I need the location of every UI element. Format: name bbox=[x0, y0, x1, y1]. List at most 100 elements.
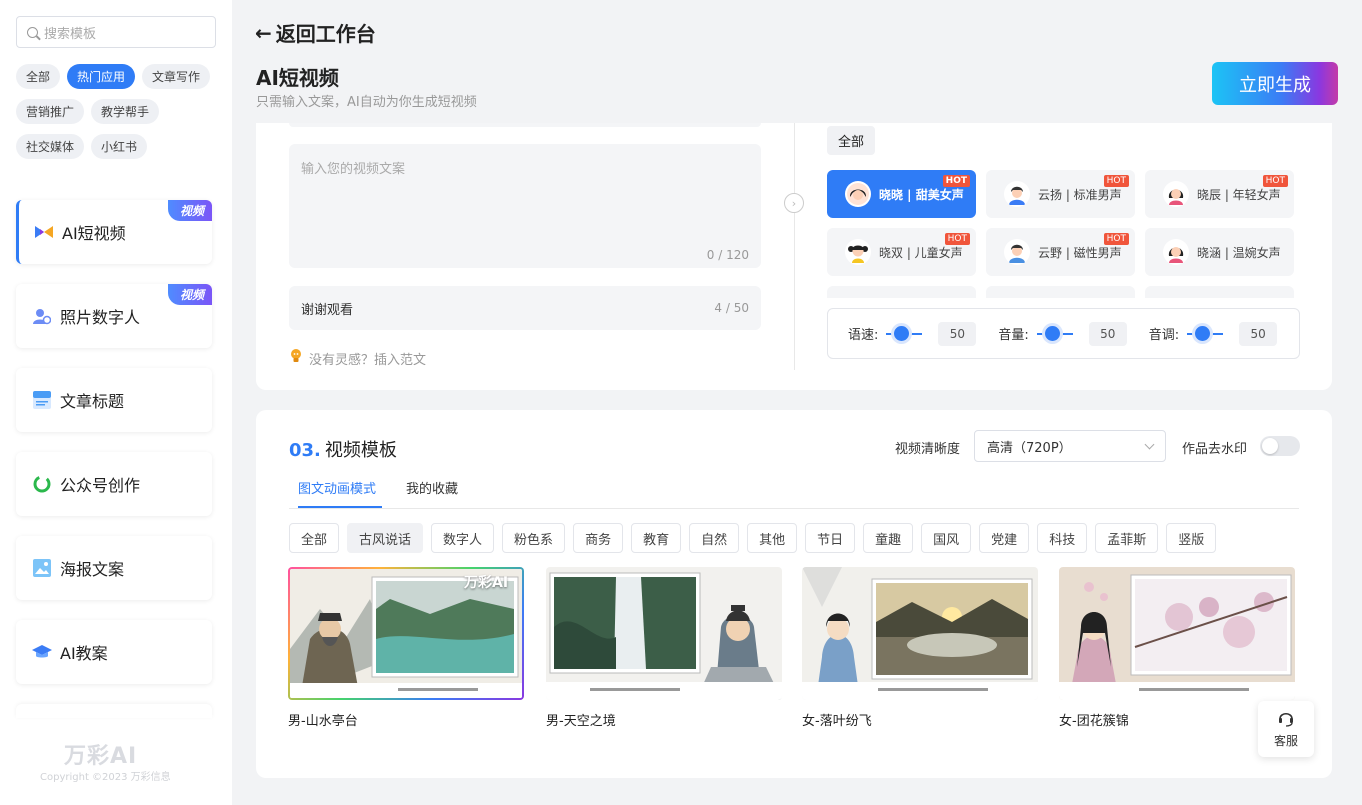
voice-option[interactable]: 晓辰 | 年轻女声 HOT bbox=[1145, 170, 1294, 218]
category-teaching[interactable]: 教学帮手 bbox=[91, 99, 160, 124]
female-avatar-icon bbox=[1163, 181, 1189, 207]
watermark-label: 作品去水印 bbox=[1182, 442, 1248, 457]
filter-chip[interactable]: 其他 bbox=[747, 523, 798, 553]
section-number: 03. bbox=[289, 440, 321, 461]
filter-chip[interactable]: 自然 bbox=[689, 523, 740, 553]
voice-settings: 语速: 50 音量: 50 音调: 50 bbox=[827, 308, 1300, 359]
lightbulb-icon bbox=[289, 348, 303, 368]
ending-input[interactable]: 谢谢观看 4 / 50 bbox=[289, 286, 761, 330]
video-icon bbox=[34, 222, 54, 242]
tab-my-favorites[interactable]: 我的收藏 bbox=[406, 478, 458, 497]
category-writing[interactable]: 文章写作 bbox=[142, 64, 211, 89]
filter-chip[interactable]: 竖版 bbox=[1166, 523, 1217, 553]
speed-slider[interactable] bbox=[886, 325, 923, 341]
voice-filter-all[interactable]: 全部 bbox=[827, 126, 876, 155]
voice-label: 云扬 | 标准男声 bbox=[1038, 187, 1122, 202]
filter-chip[interactable]: 国风 bbox=[921, 523, 972, 553]
pitch-slider[interactable] bbox=[1187, 325, 1224, 341]
script-char-count: 0 / 120 bbox=[706, 248, 749, 262]
slider-handle[interactable] bbox=[1044, 325, 1060, 341]
voice-option[interactable]: 晓晓 | 甜美女声 HOT bbox=[827, 170, 976, 218]
template-item[interactable]: 男-天空之境 bbox=[546, 567, 782, 729]
search-icon bbox=[27, 26, 38, 38]
slider-handle[interactable] bbox=[894, 325, 910, 341]
tool-label: 照片数字人 bbox=[60, 308, 141, 327]
title-icon bbox=[32, 390, 52, 410]
voice-label: 云野 | 磁性男声 bbox=[1038, 245, 1122, 260]
page-title: AI短视频 bbox=[256, 66, 339, 90]
filter-chip[interactable]: 教育 bbox=[631, 523, 682, 553]
filter-chip[interactable]: 孟菲斯 bbox=[1095, 523, 1159, 553]
voice-option-partial[interactable] bbox=[1145, 286, 1294, 298]
filter-chip[interactable]: 商务 bbox=[573, 523, 624, 553]
filter-chip[interactable]: 党建 bbox=[979, 523, 1030, 553]
tool-wechat-creation[interactable]: 公众号创作 bbox=[16, 452, 212, 516]
script-textarea[interactable]: 输入您的视频文案 0 / 120 bbox=[289, 144, 761, 268]
volume-label: 音量: bbox=[998, 328, 1029, 343]
tool-label: AI短视频 bbox=[62, 224, 126, 243]
template-watermark: 万彩AI bbox=[464, 575, 509, 591]
filter-chip[interactable]: 古风说话 bbox=[347, 523, 424, 553]
template-tabs: 图文动画模式 我的收藏 bbox=[289, 470, 1299, 509]
chevron-right-icon[interactable]: › bbox=[784, 193, 804, 213]
tab-animation-mode[interactable]: 图文动画模式 bbox=[298, 478, 376, 497]
filter-chip[interactable]: 全部 bbox=[289, 523, 340, 553]
copyright-text: Copyright ©2023 万彩信息 bbox=[40, 772, 171, 783]
volume-slider[interactable] bbox=[1036, 325, 1073, 341]
video-badge: 视频 bbox=[167, 284, 212, 305]
insert-example-link[interactable]: 没有灵感？插入范文 bbox=[289, 348, 426, 368]
speed-value[interactable]: 50 bbox=[938, 321, 977, 346]
filter-chip[interactable]: 节日 bbox=[805, 523, 856, 553]
tool-ai-lesson-plan[interactable]: AI教案 bbox=[16, 620, 212, 684]
tool-photo-digital-human[interactable]: 照片数字人 视频 bbox=[16, 284, 212, 348]
category-hot-apps[interactable]: 热门应用 bbox=[67, 64, 136, 89]
category-marketing[interactable]: 营销推广 bbox=[16, 99, 85, 124]
voice-option[interactable]: 云野 | 磁性男声 HOT bbox=[986, 228, 1135, 276]
slider-handle[interactable] bbox=[1195, 325, 1211, 341]
child-avatar-icon bbox=[845, 239, 871, 265]
tool-label: 文章标题 bbox=[60, 392, 125, 411]
voice-label: 晓晓 | 甜美女声 bbox=[879, 187, 964, 202]
active-tab-indicator bbox=[298, 506, 382, 508]
voice-option[interactable]: 晓涵 | 温婉女声 bbox=[1145, 228, 1294, 276]
filter-chip[interactable]: 科技 bbox=[1037, 523, 1088, 553]
category-social[interactable]: 社交媒体 bbox=[16, 134, 85, 159]
watermark-toggle[interactable] bbox=[1260, 436, 1300, 456]
pitch-value[interactable]: 50 bbox=[1239, 321, 1278, 346]
search-input[interactable]: 搜索模板 bbox=[16, 16, 216, 48]
generate-button[interactable]: 立即生成 bbox=[1212, 62, 1338, 105]
arrow-left-icon: ← bbox=[255, 20, 272, 45]
voice-label: 晓涵 | 温婉女声 bbox=[1197, 245, 1281, 260]
template-item[interactable]: 万彩AI 男-山水亭台 bbox=[288, 567, 524, 729]
resolution-select[interactable]: 高清（720P） bbox=[974, 430, 1166, 462]
template-item[interactable]: 女-落叶纷飞 bbox=[802, 567, 1038, 729]
volume-value[interactable]: 50 bbox=[1088, 321, 1127, 346]
hot-badge: HOT bbox=[1262, 175, 1288, 187]
customer-service-label: 客服 bbox=[1273, 734, 1298, 748]
filter-chip[interactable]: 粉色系 bbox=[502, 523, 566, 553]
tool-article-title[interactable]: 文章标题 bbox=[16, 368, 212, 432]
back-label: 返回工作台 bbox=[275, 22, 376, 46]
tool-ai-short-video[interactable]: AI短视频 视频 bbox=[16, 200, 212, 264]
category-list: 全部 热门应用 文章写作 营销推广 教学帮手 社交媒体 小红书 bbox=[16, 64, 221, 159]
template-thumbnail bbox=[546, 567, 782, 700]
voice-option-partial[interactable] bbox=[986, 286, 1135, 298]
category-all[interactable]: 全部 bbox=[16, 64, 61, 89]
hot-badge: HOT bbox=[1103, 233, 1129, 245]
section-heading: 03. 视频模板 bbox=[289, 436, 397, 462]
filter-chip[interactable]: 数字人 bbox=[431, 523, 495, 553]
ending-char-count: 4 / 50 bbox=[714, 301, 749, 315]
voice-option[interactable]: 云扬 | 标准男声 HOT bbox=[986, 170, 1135, 218]
title-input-partial[interactable] bbox=[289, 123, 761, 127]
back-link[interactable]: ← 返回工作台 bbox=[255, 18, 376, 47]
tool-item-partial[interactable] bbox=[16, 704, 212, 718]
tool-poster-copy[interactable]: 海报文案 bbox=[16, 536, 212, 600]
category-xiaohongshu[interactable]: 小红书 bbox=[91, 134, 148, 159]
tool-list: AI短视频 视频 照片数字人 视频 文章标题 公众号创作 海报文案 AI教案 bbox=[16, 200, 212, 704]
voice-option-partial[interactable] bbox=[827, 286, 976, 298]
hot-badge: HOT bbox=[942, 175, 970, 187]
template-thumbnail: 万彩AI bbox=[288, 567, 524, 700]
customer-service-button[interactable]: 客服 bbox=[1258, 701, 1314, 757]
voice-option[interactable]: 晓双 | 儿童女声 HOT bbox=[827, 228, 976, 276]
filter-chip[interactable]: 童趣 bbox=[863, 523, 914, 553]
